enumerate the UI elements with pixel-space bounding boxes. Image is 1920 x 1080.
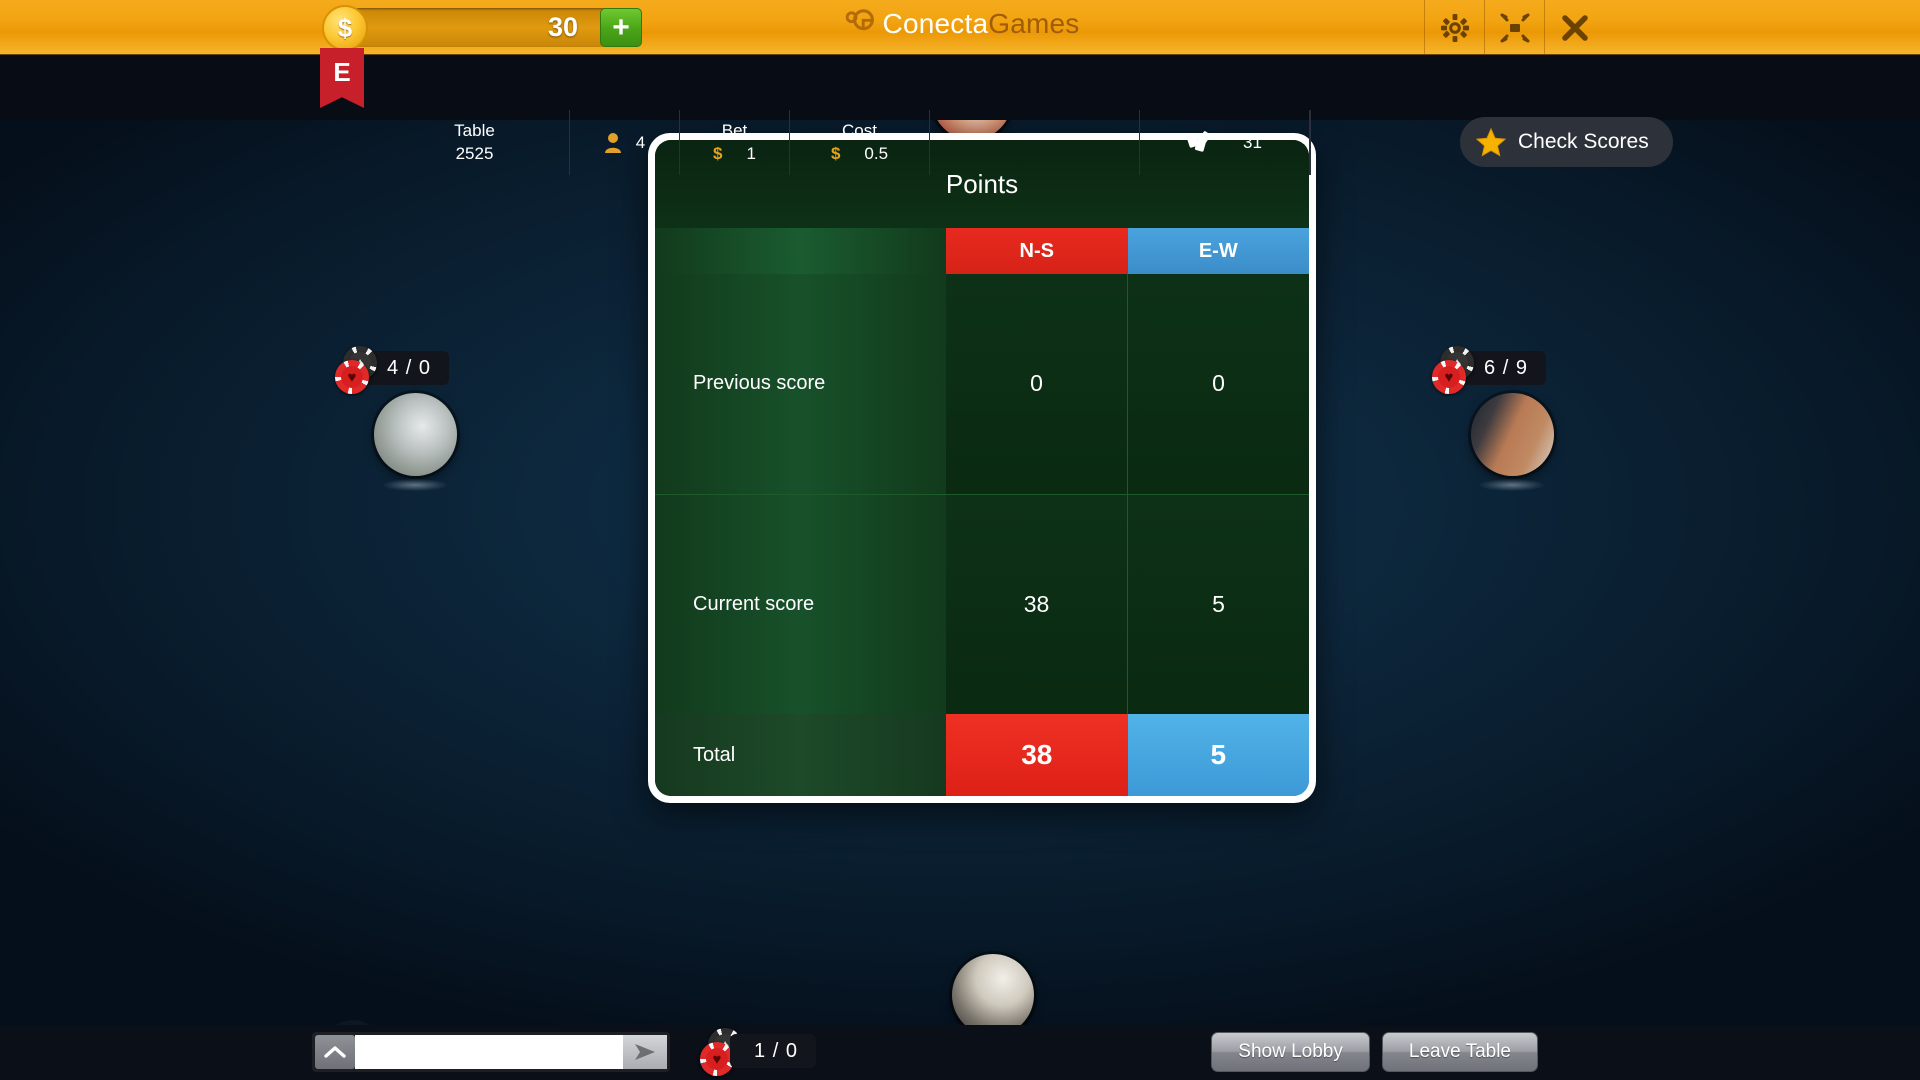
send-icon [635,1044,655,1060]
table-info-segment: Table 2525 [380,110,570,175]
seat-direction-label: E [333,57,351,87]
person-icon [604,132,621,153]
header-cell-ns: N-S [946,228,1128,274]
row-label-current-score: Current score [655,494,947,714]
current-score-ns: 38 [946,494,1129,714]
gear-icon [1440,13,1469,42]
coin-balance-widget: $ 30 + [322,5,642,51]
avatar-shadow-west [383,479,447,491]
show-lobby-button[interactable]: Show Lobby [1211,1032,1370,1072]
total-ns: 38 [946,714,1128,796]
points-dialog-inner: Points N-S E-W Previous score 0 0 Curren… [655,140,1309,796]
settings-button[interactable] [1424,0,1484,55]
avatar-east[interactable] [1471,393,1554,476]
total-ew: 5 [1127,714,1309,796]
cards-info-segment: 31 [1140,110,1310,175]
lobby-button-group: Show Lobby Leave Table [1211,1032,1538,1072]
table-row-previous-score: Previous score 0 0 [655,274,1309,494]
brand-name-first: Conecta [882,8,989,39]
coin-track [344,8,642,47]
chip-red-suit: ♥ [341,366,363,388]
cost-value: 0.5 [864,143,889,163]
previous-score-ns: 0 [946,274,1129,494]
current-score-ew: 5 [1128,494,1309,714]
row-label-total: Total [655,714,947,796]
brand-logo-group: ConectaGames [841,8,1080,40]
info-divider [1310,110,1311,175]
avatar-west[interactable] [374,393,457,476]
chat-input[interactable] [355,1035,623,1069]
points-table-header-row: N-S E-W [655,228,1309,274]
player-tricks-east: 6 / 9 [1484,356,1528,379]
cost-label: Cost [842,120,877,140]
players-info-segment: 4 [570,110,680,175]
chip-red-suit: ♥ [706,1048,728,1070]
bet-label: Bet [721,120,748,140]
conecta-games-logo-icon [845,9,874,31]
check-scores-label: Check Scores [1518,130,1649,153]
game-window: ♠ ♥ 4 / 0 ♠ ♥ 6 / 9 [0,0,1920,1080]
bet-currency: $ [713,143,723,163]
points-table: N-S E-W Previous score 0 0 Current score… [655,228,1309,796]
chip-red-icon: ♥ [1432,360,1466,394]
chip-red-suit: ♥ [1438,366,1460,388]
player-tricks-south: 1 / 0 [754,1039,798,1062]
player-chips-east: ♠ ♥ [1432,346,1476,394]
table-row-current-score: Current score 38 5 [655,493,1309,714]
player-chips-west: ♠ ♥ [335,346,379,394]
previous-score-ew: 0 [1128,274,1309,494]
coin-amount: 30 [547,12,578,42]
window-controls [1424,0,1604,55]
table-info-bar: Table 2525 4 Bet $ 1 Cost $ 0.5 31 Check… [0,55,1920,175]
header-cell-blank [655,228,947,274]
avatar-shadow-east [1480,479,1544,491]
fullscreen-button[interactable] [1484,0,1544,55]
players-value: 4 [635,132,646,152]
app-titlebar: $ 30 + ConectaGames [0,0,1920,55]
player-tricks-west: 4 / 0 [387,356,431,379]
avatar-info-segment [930,110,1140,175]
star-icon [1476,127,1506,157]
cost-currency: $ [830,143,841,163]
table-value: 2525 [455,143,494,163]
brand-name-second: Games [988,8,1080,39]
chat-expand-button[interactable] [315,1035,355,1069]
player-tricks-badge-south: 1 / 0 [730,1034,816,1068]
chip-red-icon: ♥ [700,1042,734,1076]
chevron-up-icon [324,1046,346,1058]
dollar-coin-icon: $ [322,5,368,51]
header-cell-ew: E-W [1127,228,1309,274]
brand-text: ConectaGames [883,8,1080,40]
check-scores-button[interactable]: Check Scores [1460,117,1673,167]
cards-value: 31 [1243,132,1262,152]
chip-red-icon: ♥ [335,360,369,394]
close-button[interactable] [1544,0,1604,55]
points-dialog: Points N-S E-W Previous score 0 0 Curren… [648,133,1316,803]
cost-info-segment: Cost $ 0.5 [790,110,930,175]
chat-send-button[interactable] [623,1035,667,1069]
bottom-action-bar: ♠ ♥ 1 / 0 Show Lobby Leave Table [0,1025,1920,1080]
bet-info-segment: Bet $ 1 [680,110,790,175]
avatar-south[interactable] [952,954,1034,1036]
player-pod-south-badge: ♠ ♥ 1 / 0 [700,1028,832,1076]
cards-icon [1187,130,1211,152]
table-label: Table [454,120,495,140]
row-label-previous-score: Previous score [655,274,947,494]
table-row-total: Total 38 5 [655,714,1309,796]
close-icon [1561,14,1588,41]
leave-table-button[interactable]: Leave Table [1381,1032,1538,1072]
fullscreen-icon [1500,13,1529,42]
add-coins-button[interactable]: + [600,8,642,47]
bet-value: 1 [746,143,756,163]
chat-bar [312,1032,670,1072]
